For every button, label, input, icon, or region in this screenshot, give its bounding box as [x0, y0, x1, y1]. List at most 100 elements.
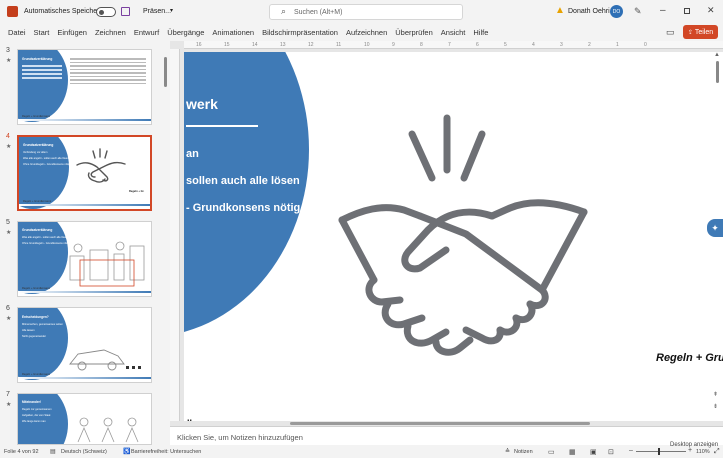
tab-start[interactable]: Start: [30, 28, 54, 37]
slide-bullet[interactable]: sollen auch alle lösen: [186, 175, 300, 187]
star-icon: ★: [6, 316, 12, 322]
tab-hilfe[interactable]: Hilfe: [469, 28, 492, 37]
tab-aufzeichnen[interactable]: Aufzeichnen: [342, 28, 391, 37]
vertical-ruler: [170, 49, 180, 421]
thumb-right-label: Regeln + Gr.: [129, 190, 145, 193]
slide-thumbnail[interactable]: Entscheidungen? Mitmenschen, gemeinsames…: [17, 307, 152, 383]
share-button[interactable]: ⇪ Teilen: [683, 25, 718, 39]
thumb-line: Wie lange kann man: [22, 420, 46, 423]
thumb-bar: [18, 119, 151, 121]
slide-bullet[interactable]: an: [186, 148, 199, 160]
dropbox-icon[interactable]: ✦: [707, 219, 723, 237]
notes-toggle-label[interactable]: Notizen: [514, 449, 533, 455]
status-bar: Folie 4 von 92 ▤ Deutsch (Schweiz) ♿ Bar…: [0, 442, 723, 458]
minimize-icon[interactable]: –: [660, 5, 666, 16]
language-label[interactable]: Deutsch (Schweiz): [61, 449, 107, 455]
desktop-show-label[interactable]: Desktop anzeigen: [670, 442, 718, 448]
tab-entwurf[interactable]: Entwurf: [130, 28, 163, 37]
tab-ansicht[interactable]: Ansicht: [437, 28, 470, 37]
thumb-footer: Regeln + Grundkonsens: [22, 115, 51, 118]
tab-bildschirmpraesentation[interactable]: Bildschirmpräsentation: [258, 28, 342, 37]
thumb-line: Ohne Grundregeln - Grundkonsens nötig: [23, 163, 71, 166]
thumbnails-scrollbar[interactable]: [164, 57, 167, 87]
thumb-title: Miteinander!: [22, 400, 41, 404]
zoom-level[interactable]: 110%: [696, 449, 710, 455]
chevron-up-icon[interactable]: ▲: [714, 52, 720, 58]
tab-uebergaenge[interactable]: Übergänge: [163, 28, 208, 37]
prev-slide-icon[interactable]: ⇞: [713, 391, 718, 398]
thumb-line: Alle lassen: [22, 329, 35, 332]
slide-editor: 16 15 14 13 12 11 10 9 87 65 43 21 0 werk an…: [170, 41, 723, 426]
thumb-line: Nicht gegeneinander: [22, 335, 46, 338]
comments-icon[interactable]: ▭: [666, 27, 675, 38]
thumb-text-lines: [22, 63, 62, 81]
thumb-line: Regeln zur gemeinsamen: [22, 408, 52, 411]
search-input: Suchen (Alt+M): [294, 9, 343, 16]
zoom-out-icon[interactable]: –: [629, 447, 633, 454]
chevron-down-icon[interactable]: ▾: [170, 7, 173, 14]
notes-icon[interactable]: ≙: [505, 448, 510, 455]
fit-slide-icon[interactable]: ⤢: [714, 448, 720, 456]
zoom-slider[interactable]: [636, 448, 686, 455]
tab-datei[interactable]: Datei: [4, 28, 30, 37]
share-label: Teilen: [694, 28, 714, 36]
autosave-toggle[interactable]: [96, 7, 116, 17]
ribbon-tabs: Datei Start Einfügen Zeichnen Entwurf Üb…: [0, 24, 723, 41]
slide-bottom-text[interactable]: dkonsens: [184, 418, 226, 421]
slide-title[interactable]: werk: [186, 96, 218, 112]
zoom-slider-handle[interactable]: [658, 448, 660, 455]
slide-footer-label[interactable]: Regeln + Gru: [656, 352, 723, 364]
slide-thumbnail[interactable]: Grundsatzerklärung Regeln + Grundkonsens: [17, 49, 152, 125]
accessibility-label[interactable]: Barrierefreiheit: Untersuchen: [131, 449, 201, 455]
slide-sorter-icon[interactable]: ▦: [569, 448, 576, 456]
people-illustration: [77, 417, 139, 443]
horizontal-scrollbar[interactable]: [290, 422, 590, 425]
tab-animationen[interactable]: Animationen: [208, 28, 258, 37]
avatar[interactable]: DO: [610, 5, 623, 18]
thumb-number: 6: [6, 305, 10, 312]
zoom-in-icon[interactable]: +: [688, 447, 692, 454]
next-slide-icon[interactable]: ⇟: [713, 403, 718, 410]
editor-scroll-thumb[interactable]: [716, 61, 719, 83]
slide-circle-shape[interactable]: [184, 52, 309, 337]
thumb-line: Ohne Grundregeln - Grundkonsens nötig: [22, 242, 70, 245]
thumb-line: Verbindung vor allem: [23, 151, 48, 154]
star-icon: ★: [6, 144, 12, 150]
slide-counter[interactable]: Folie 4 von 92: [4, 449, 39, 455]
spellcheck-icon[interactable]: ▤: [50, 448, 56, 455]
tab-ueberpruefen[interactable]: Überprüfen: [391, 28, 437, 37]
slide-thumbnail[interactable]: Miteinander! Regeln zur gemeinsamen Aufg…: [17, 393, 152, 445]
thumb-line: Mitmenschen, gemeinsames Leben: [22, 323, 63, 326]
pen-icon[interactable]: ✎: [634, 6, 642, 17]
save-icon[interactable]: [121, 7, 130, 16]
thumb-number: 5: [6, 219, 10, 226]
thumb-line: Was alle angeht - sollen auch alle lösen: [22, 236, 68, 239]
slide-bullet[interactable]: - Grundkonsens nötig: [186, 202, 300, 214]
notes-placeholder[interactable]: Klicken Sie, um Notizen hinzuzufügen: [177, 433, 303, 442]
handshake-image[interactable]: [334, 112, 594, 362]
reading-view-icon[interactable]: ▣: [590, 448, 597, 456]
thumb-line: Was alle angeht - sollen auch alle lösen: [23, 157, 69, 160]
filename[interactable]: Präsen...: [143, 8, 171, 15]
tab-zeichnen[interactable]: Zeichnen: [91, 28, 130, 37]
thumb-bar: [18, 291, 151, 293]
slide-thumbnails-pane[interactable]: 3 ★ Grundsatzerklärung Regeln + Grundkon…: [0, 41, 170, 445]
slideshow-icon[interactable]: ⊡: [608, 448, 614, 456]
accessibility-icon[interactable]: ♿: [123, 448, 130, 455]
thumb-title: Entscheidungen?: [22, 315, 49, 319]
warning-icon[interactable]: ▲: [555, 5, 565, 16]
thumb-number: 7: [6, 391, 10, 398]
search-box[interactable]: ⌕ Suchen (Alt+M): [269, 4, 463, 20]
slide-thumbnail[interactable]: Grundsatzerklärung Was alle angeht - sol…: [17, 221, 152, 297]
user-name[interactable]: Donath Oehri: [568, 8, 610, 15]
sketch-illustration: [69, 241, 145, 287]
restore-icon[interactable]: [684, 8, 690, 14]
normal-view-icon[interactable]: ▭: [548, 448, 555, 456]
slide-canvas[interactable]: werk an sollen auch alle lösen - Grundko…: [184, 52, 723, 421]
close-icon[interactable]: ✕: [707, 5, 715, 16]
slide-thumbnail-selected[interactable]: Grundsatzerklärung Verbindung vor allem …: [17, 135, 152, 211]
handshake-icon: [76, 148, 126, 183]
notes-pane[interactable]: Klicken Sie, um Notizen hinzuzufügen: [170, 426, 723, 445]
tab-einfuegen[interactable]: Einfügen: [53, 28, 91, 37]
thumb-title: Grundsatzerklärung: [22, 228, 53, 232]
